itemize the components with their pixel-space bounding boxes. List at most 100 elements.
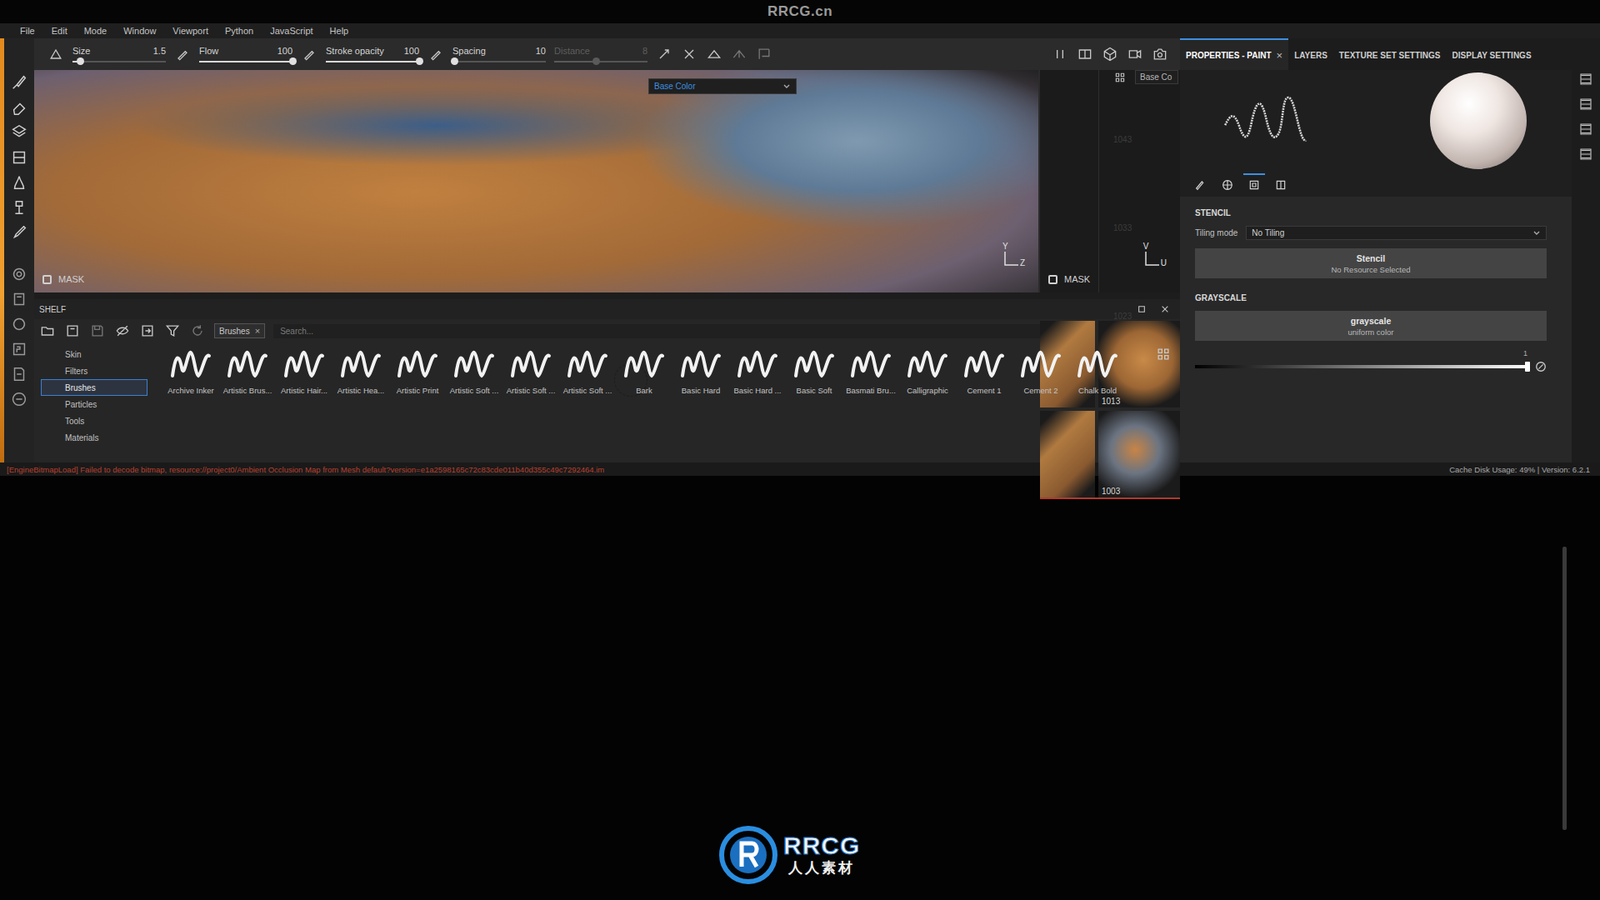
mirror-alt-icon[interactable] xyxy=(730,45,748,63)
menu-item[interactable]: Mode xyxy=(84,25,108,36)
bake-icon[interactable] xyxy=(10,290,29,309)
menu-item[interactable]: Python xyxy=(225,25,254,36)
menu-item[interactable]: Help xyxy=(330,25,350,36)
property-mode[interactable] xyxy=(1243,173,1265,195)
category-item[interactable]: Tools xyxy=(40,412,148,430)
grid-options-icon[interactable] xyxy=(1113,70,1127,85)
panel-tab[interactable]: DISPLAY SETTINGS xyxy=(1446,38,1538,70)
stencil-resource-button[interactable]: Stencil No Resource Selected xyxy=(1195,248,1547,279)
scrollbar[interactable] xyxy=(1562,546,1567,830)
hide-icon[interactable] xyxy=(114,322,131,340)
slider-thumb[interactable] xyxy=(450,57,459,65)
uv-tile-image[interactable]: 1003 xyxy=(1098,410,1180,498)
filter-chip[interactable]: Brushes × xyxy=(214,323,265,339)
menu-item[interactable]: Viewport xyxy=(172,25,209,36)
filter-icon[interactable] xyxy=(164,322,181,340)
category-item[interactable]: Materials xyxy=(40,429,148,446)
brush-item[interactable]: Calligraphic xyxy=(899,345,956,395)
brush-item[interactable]: Basic Soft xyxy=(785,345,843,395)
toolbar-slider[interactable]: Size 1.5 xyxy=(72,45,166,63)
pen-pressure-icon[interactable] xyxy=(174,45,191,63)
menu-item[interactable]: Edit xyxy=(51,25,68,36)
mask-toggle[interactable]: MASK xyxy=(39,272,88,286)
pen-pressure-icon[interactable] xyxy=(427,45,445,63)
projection-icon[interactable] xyxy=(10,123,29,142)
color-picker-icon[interactable] xyxy=(10,223,29,242)
menu-item[interactable]: Window xyxy=(123,25,156,36)
chip-close[interactable]: × xyxy=(255,325,260,336)
slider-thumb[interactable] xyxy=(76,57,85,65)
menu-item[interactable]: JavaScript xyxy=(270,25,313,36)
brush-item[interactable]: Artistic Soft ... xyxy=(502,345,560,395)
channel-dropdown[interactable]: Base Color xyxy=(648,78,797,95)
video-camera-icon[interactable] xyxy=(1126,45,1144,63)
folder-icon[interactable] xyxy=(39,322,56,340)
brush-item[interactable]: Artistic Soft ... xyxy=(445,345,503,395)
brush-item[interactable]: Artistic Hea... xyxy=(332,345,390,395)
brush-item[interactable]: Cement 1 xyxy=(955,345,1013,395)
brush-item[interactable]: Basic Hard xyxy=(672,345,730,395)
brush-item[interactable]: Basmati Bru... xyxy=(842,345,900,395)
panel-tab[interactable]: PROPERTIES - PAINT × xyxy=(1180,38,1289,70)
brush-icon[interactable] xyxy=(10,73,29,92)
viewport-3d[interactable]: Base Color MASK Y Z xyxy=(34,70,1039,293)
symmetry-icon[interactable] xyxy=(680,45,698,63)
brush-item[interactable]: Cement 2 xyxy=(1012,345,1070,395)
polygon-fill-icon[interactable] xyxy=(10,148,29,167)
alignment-icon[interactable] xyxy=(47,45,65,63)
history-panel-icon[interactable] xyxy=(1578,121,1594,137)
clone-icon[interactable] xyxy=(10,198,29,217)
mask-toggle[interactable]: MASK xyxy=(1045,272,1094,286)
photoshop-icon[interactable] xyxy=(10,340,29,359)
property-mode[interactable] xyxy=(1190,173,1212,195)
float-icon[interactable] xyxy=(1135,302,1149,316)
category-item[interactable]: Skin xyxy=(40,345,148,363)
pen-pressure-icon[interactable] xyxy=(300,45,318,63)
category-item[interactable]: Filters xyxy=(40,362,148,380)
brush-item[interactable]: Artistic Hair... xyxy=(275,345,333,395)
smudge-icon[interactable] xyxy=(10,173,29,192)
mirror-icon[interactable] xyxy=(705,45,723,63)
panel-tab[interactable]: TEXTURE SET SETTINGS xyxy=(1333,38,1447,70)
layers-panel-icon[interactable] xyxy=(1578,71,1594,87)
tab-close[interactable]: × xyxy=(1276,49,1284,62)
slider-track[interactable] xyxy=(325,60,420,63)
brush-item[interactable]: Archive Inker xyxy=(162,345,220,395)
grid-view-icon[interactable] xyxy=(1155,345,1172,363)
random-seed-icon[interactable] xyxy=(1535,360,1547,373)
close-icon[interactable] xyxy=(1158,302,1172,316)
save-icon[interactable] xyxy=(89,322,106,340)
menu-item[interactable]: File xyxy=(20,25,35,36)
transform-icon[interactable] xyxy=(755,45,773,63)
category-item[interactable]: Particles xyxy=(40,395,148,413)
viewport-2d[interactable]: Base Co 104310331023 1013 1003 MASK V U xyxy=(1040,70,1180,293)
new-tab-icon[interactable] xyxy=(64,322,81,340)
tiling-dropdown[interactable]: No Tiling xyxy=(1245,225,1547,240)
camera-icon[interactable] xyxy=(1151,45,1169,63)
texture-panel-icon[interactable] xyxy=(1578,96,1594,112)
refresh-icon[interactable] xyxy=(189,322,206,340)
slider-track[interactable] xyxy=(199,60,293,63)
log-panel-icon[interactable] xyxy=(1578,146,1594,162)
brush-item[interactable]: Artistic Print xyxy=(389,345,446,395)
property-mode[interactable] xyxy=(1270,173,1292,195)
slider-thumb[interactable] xyxy=(289,57,297,65)
category-item[interactable]: Brushes xyxy=(40,379,148,396)
pause-icon[interactable] xyxy=(1051,45,1069,63)
brush-item[interactable]: Basic Hard ... xyxy=(729,345,786,395)
search-field[interactable]: Search... xyxy=(273,324,1067,339)
brush-item[interactable]: Bark xyxy=(615,345,673,395)
substance-icon[interactable] xyxy=(10,390,29,409)
lazy-mouse-icon[interactable] xyxy=(655,45,673,63)
toolbar-slider[interactable]: Stroke opacity 100 xyxy=(325,45,420,63)
slider-track[interactable] xyxy=(452,60,546,63)
export-icon[interactable] xyxy=(10,365,29,384)
grayscale-slider[interactable] xyxy=(1195,365,1530,369)
eraser-icon[interactable] xyxy=(10,98,29,117)
channel-dropdown[interactable]: Base Co xyxy=(1135,70,1179,85)
brush-item[interactable]: Artistic Soft ... xyxy=(559,345,616,395)
toolbar-slider[interactable]: Spacing 10 xyxy=(452,45,546,63)
uv-tile-image[interactable] xyxy=(1040,410,1095,498)
plugin-icon[interactable] xyxy=(10,315,29,334)
toolbar-slider[interactable]: Flow 100 xyxy=(199,45,293,63)
